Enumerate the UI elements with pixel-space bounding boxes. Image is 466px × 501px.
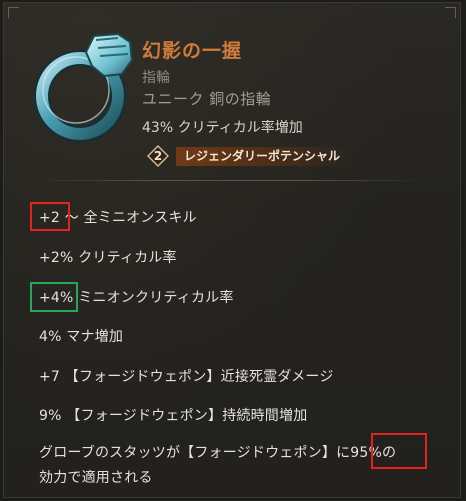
affix-text: 【フォージドウェポン】近接死霊ダメージ <box>60 369 334 385</box>
legendary-potential: 2 レジェンダリーポテンシャル <box>144 144 404 169</box>
affix-forged-melee-damage: +7 【フォージドウェポン】近接死霊ダメージ <box>39 366 334 386</box>
divider <box>32 180 428 181</box>
ring-icon <box>34 32 134 142</box>
affix-glove-stats-line2: 効力で適用される <box>39 470 153 486</box>
item-rarity: ユニーク 銅の指輪 <box>142 90 272 108</box>
affix-crit-chance: +2% クリティカル率 <box>39 247 177 267</box>
item-type: 指輪 <box>142 70 170 86</box>
legendary-potential-label: レジェンダリーポテンシャル <box>176 147 355 166</box>
affix-glove-stats: グローブのスタッツが【フォージドウェポン】に95%の <box>39 442 396 462</box>
frame-corner <box>8 7 19 18</box>
highlight-box-red <box>371 433 427 469</box>
highlight-box-red <box>30 202 70 231</box>
affix-text: マナ増加 <box>61 329 124 345</box>
affix-value: 4% <box>39 329 62 345</box>
affix-text: グローブのスタッツが【フォージドウェポン】に <box>39 445 351 461</box>
implicit-stat: 43% クリティカル率増加 <box>142 120 303 136</box>
affix-text: ミニオンクリティカル率 <box>73 290 234 306</box>
affix-value: +2% <box>39 250 74 266</box>
affix-text: クリティカル率 <box>73 250 177 266</box>
highlight-box-green <box>30 282 78 312</box>
affix-forged-duration: 9% 【フォージドウェポン】持続時間増加 <box>39 405 307 425</box>
legendary-potential-value: 2 <box>153 149 163 163</box>
item-name: 幻影の一握 <box>142 40 243 62</box>
affix-text: ～ 全ミニオンスキル <box>60 210 197 226</box>
affix-value: +7 <box>39 369 61 385</box>
frame-corner <box>445 7 456 18</box>
affix-value: 9% <box>39 408 62 424</box>
affix-mana: 4% マナ増加 <box>39 326 123 346</box>
affix-text: 【フォージドウェポン】持続時間増加 <box>61 408 308 424</box>
